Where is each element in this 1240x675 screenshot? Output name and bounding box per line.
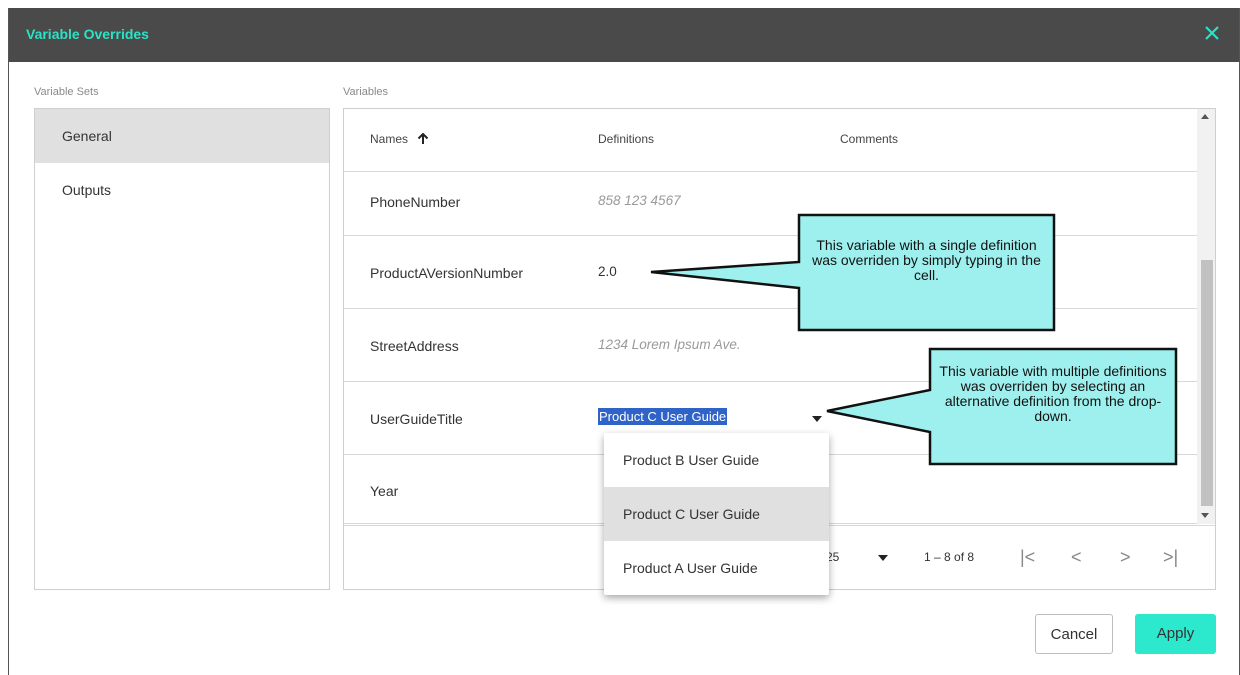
variable-overrides-dialog: Variable Overrides Variable Sets Variabl… bbox=[8, 8, 1240, 675]
callout-2-text: This variable with multiple definitions … bbox=[939, 363, 1167, 424]
apply-button[interactable]: Apply bbox=[1135, 614, 1216, 654]
cancel-button[interactable]: Cancel bbox=[1035, 614, 1113, 654]
callout-shapes bbox=[650, 213, 1178, 466]
callout-1-text: This variable with a single definition w… bbox=[812, 237, 1041, 283]
